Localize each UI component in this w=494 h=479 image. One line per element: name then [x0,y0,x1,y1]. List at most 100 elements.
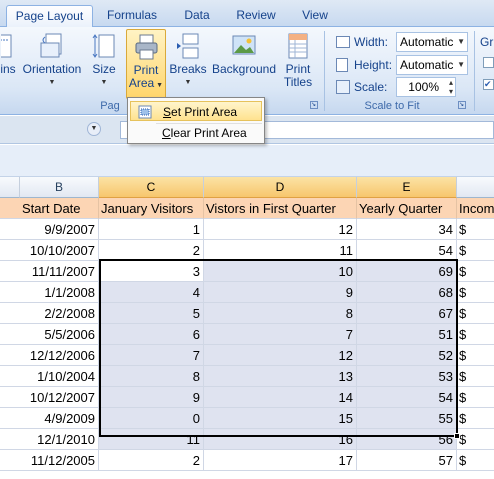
cell-yearly-quarter[interactable]: 68 [357,282,457,303]
cell-visitors-first-quarter[interactable]: 8 [204,303,357,324]
cell-yearly-quarter[interactable]: 54 [357,387,457,408]
cell-january-visitors[interactable]: 2 [99,240,204,261]
orientation-button[interactable]: Orientation ▼ [20,29,84,97]
cell-visitors-first-quarter[interactable]: 15 [204,408,357,429]
cell-income[interactable]: $ [457,240,494,261]
cell-income[interactable]: $ [457,408,494,429]
cell-yearly-quarter[interactable]: 53 [357,366,457,387]
cell-yearly-quarter[interactable]: 56 [357,429,457,450]
cell-income[interactable]: $ [457,282,494,303]
cell-visitors-first-quarter[interactable]: 11 [204,240,357,261]
cell-visitors-first-quarter[interactable]: 13 [204,366,357,387]
cell-start-date[interactable]: 10/10/2007 [0,240,99,261]
cell-visitors-first-quarter[interactable]: 10 [204,261,357,282]
scale-icon [336,80,350,94]
cell-yearly-quarter[interactable]: 54 [357,240,457,261]
cell-income[interactable]: $ [457,429,494,450]
cell-yearly-quarter[interactable]: 55 [357,408,457,429]
cell-yearly-quarter[interactable]: 69 [357,261,457,282]
cell-start-date[interactable]: 1/1/2008 [0,282,99,303]
tab-view[interactable]: View [294,5,336,27]
cell-income[interactable]: $ [457,219,494,240]
cell-january-visitors[interactable]: 9 [99,387,204,408]
column-header-d[interactable]: D [204,177,357,198]
header-cell-yearly-quarter[interactable]: Yearly Quarter [357,198,457,219]
namebox-dropdown-icon[interactable]: ▼ [87,122,101,136]
margins-button[interactable]: ins [0,29,18,97]
header-cell-january-visitors[interactable]: January Visitors [99,198,204,219]
cell-january-visitors[interactable]: 4 [99,282,204,303]
size-button[interactable]: Size ▼ [88,29,120,97]
column-header-e[interactable]: E [357,177,457,198]
height-select[interactable]: Automatic ▼ [396,55,468,75]
tab-page-layout[interactable]: Page Layout [6,5,93,28]
cell-income[interactable]: $ [457,303,494,324]
cell-visitors-first-quarter[interactable]: 14 [204,387,357,408]
scale-input[interactable]: 100% ▴ ▾ [396,77,456,97]
spinner-icon[interactable]: ▴ ▾ [449,78,453,96]
cell-january-visitors[interactable]: 3 [99,261,204,282]
cell-start-date[interactable]: 2/2/2008 [0,303,99,324]
cell-visitors-first-quarter[interactable]: 7 [204,324,357,345]
orientation-label: Orientation [22,62,82,76]
cell-january-visitors[interactable]: 11 [99,429,204,450]
cell-visitors-first-quarter[interactable]: 12 [204,345,357,366]
row-header-corner[interactable] [0,177,20,198]
set-print-area-menu-item[interactable]: Set Print Area [130,101,262,121]
cell-january-visitors[interactable]: 2 [99,450,204,471]
cell-start-date[interactable]: 9/9/2007 [0,219,99,240]
fill-handle[interactable] [454,433,460,439]
cell-income[interactable]: $ [457,324,494,345]
header-cell-income[interactable]: Incom [457,198,494,219]
cell-visitors-first-quarter[interactable]: 12 [204,219,357,240]
gridlines-view-checkbox[interactable] [483,57,494,68]
scale-value: 100% [408,80,439,94]
cell-income[interactable]: $ [457,261,494,282]
tab-formulas[interactable]: Formulas [98,5,166,27]
cell-income[interactable]: $ [457,450,494,471]
clear-print-area-menu-item[interactable]: Clear Print Area [130,123,262,143]
cell-start-date[interactable]: 12/12/2006 [0,345,99,366]
width-select[interactable]: Automatic ▼ [396,32,468,52]
page-setup-launcher-icon[interactable]: ↘ [310,101,318,109]
print-area-icon [135,34,158,60]
tab-data[interactable]: Data [176,5,218,27]
cell-january-visitors[interactable]: 7 [99,345,204,366]
cell-start-date[interactable]: 10/12/2007 [0,387,99,408]
cell-yearly-quarter[interactable]: 34 [357,219,457,240]
background-button[interactable]: Background [210,29,278,97]
scale-to-fit-launcher-icon[interactable]: ↘ [458,101,466,109]
breaks-button[interactable]: Breaks ▼ [168,29,208,97]
cell-january-visitors[interactable]: 6 [99,324,204,345]
cell-visitors-first-quarter[interactable]: 9 [204,282,357,303]
gridlines-print-checkbox[interactable]: ✔ [483,79,494,90]
cell-start-date[interactable]: 1/10/2004 [0,366,99,387]
cell-yearly-quarter[interactable]: 57 [357,450,457,471]
cell-visitors-first-quarter[interactable]: 17 [204,450,357,471]
cell-january-visitors[interactable]: 5 [99,303,204,324]
cell-start-date[interactable]: 4/9/2009 [0,408,99,429]
cell-start-date[interactable]: 11/12/2005 [0,450,99,471]
column-header-c[interactable]: C [99,177,204,198]
cell-visitors-first-quarter[interactable]: 16 [204,429,357,450]
header-cell-visitors-first-quarter[interactable]: Vistors in First Quarter [204,198,357,219]
cell-income[interactable]: $ [457,387,494,408]
header-cell-start-date[interactable]: Start Date [0,198,99,219]
cell-start-date[interactable]: 11/11/2007 [0,261,99,282]
cell-yearly-quarter[interactable]: 52 [357,345,457,366]
clear-print-area-label: Clear Print Area [162,126,247,140]
column-header-f[interactable] [457,177,494,198]
cell-january-visitors[interactable]: 1 [99,219,204,240]
cell-income[interactable]: $ [457,345,494,366]
print-area-button[interactable]: Print Area ▼ [126,29,166,99]
print-titles-button[interactable]: Print Titles [280,29,316,97]
column-header-b[interactable]: B [20,177,99,198]
tab-review[interactable]: Review [230,5,282,27]
cell-start-date[interactable]: 12/1/2010 [0,429,99,450]
cell-income[interactable]: $ [457,366,494,387]
cell-yearly-quarter[interactable]: 67 [357,303,457,324]
cell-january-visitors[interactable]: 8 [99,366,204,387]
cell-yearly-quarter[interactable]: 51 [357,324,457,345]
cell-start-date[interactable]: 5/5/2006 [0,324,99,345]
cell-january-visitors[interactable]: 0 [99,408,204,429]
